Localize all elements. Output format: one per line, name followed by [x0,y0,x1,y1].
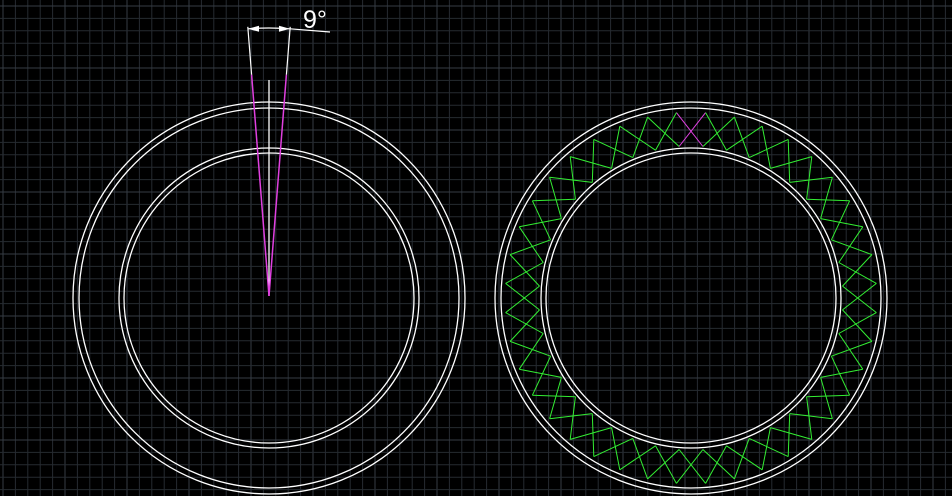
lattice-strut[interactable] [838,333,864,370]
lattice-strut[interactable] [820,377,833,419]
lattice-strut[interactable] [678,449,706,484]
lattice-strut[interactable] [761,126,771,169]
lattice-strut[interactable] [676,449,704,484]
lattice-strut[interactable] [761,427,771,470]
lattice-strut[interactable] [611,427,621,470]
lattice-strut[interactable] [549,377,562,419]
lattice-strut[interactable] [549,177,562,219]
lattice-strut[interactable] [806,198,850,202]
lattice-strut[interactable] [519,218,562,228]
lattice-strut[interactable] [787,139,791,183]
lattice-strut[interactable] [593,437,634,458]
right-inner-circle-inside[interactable] [545,152,837,444]
left-ring-drawing[interactable]: 9° [72,6,466,495]
lattice-strut[interactable] [820,218,863,228]
angle-dimension[interactable]: 9° [247,6,331,75]
lattice-strut[interactable] [702,449,735,480]
lattice-strut[interactable] [820,177,833,219]
lattice-strut[interactable] [806,394,850,398]
lattice-strut[interactable] [842,254,873,287]
lattice-strut[interactable] [838,226,864,263]
lattice-strut[interactable] [505,285,540,313]
lattice-strut[interactable] [647,449,680,480]
lattice-strut[interactable] [591,413,595,457]
lattice-strut[interactable] [509,340,551,357]
lattice-strut[interactable] [518,333,544,370]
lattice-strut[interactable] [831,340,873,357]
lattice-strut[interactable] [655,112,677,151]
right-ring-drawing[interactable] [494,101,888,495]
lattice-strut[interactable] [531,355,552,396]
lattice-strut[interactable] [569,156,576,200]
lattice-strut[interactable] [509,309,540,342]
lattice-strut[interactable] [531,200,552,241]
lattice-strut[interactable] [519,368,562,378]
lattice-strut[interactable] [509,254,540,287]
lattice-strut[interactable] [787,413,791,457]
lattice-strut[interactable] [591,139,595,183]
lattice-strut[interactable] [611,126,621,169]
lattice-strut[interactable] [705,112,727,151]
lattice-strut[interactable] [820,368,863,378]
lattice-strut[interactable] [532,198,576,202]
right-outer-circle-inside[interactable] [500,107,882,489]
cad-drawing-canvas[interactable]: 9° [0,0,952,496]
lattice-strut[interactable] [770,427,812,440]
lattice-strut[interactable] [532,394,576,398]
lattice-strut[interactable] [770,156,812,169]
lattice-strut[interactable] [619,445,656,471]
right-outer-circle-outside[interactable] [494,101,888,495]
lattice-strut[interactable] [570,156,612,169]
drawing-surface[interactable]: 9° [0,0,952,496]
lattice-strut[interactable] [726,445,763,471]
lattice-strut[interactable] [748,437,789,458]
lattice-strut[interactable] [842,309,873,342]
lattice-strut[interactable] [570,427,612,440]
angle-dimension-label[interactable]: 9° [303,6,327,34]
lattice-strut[interactable] [518,226,544,263]
lattice-strut[interactable] [505,283,540,311]
